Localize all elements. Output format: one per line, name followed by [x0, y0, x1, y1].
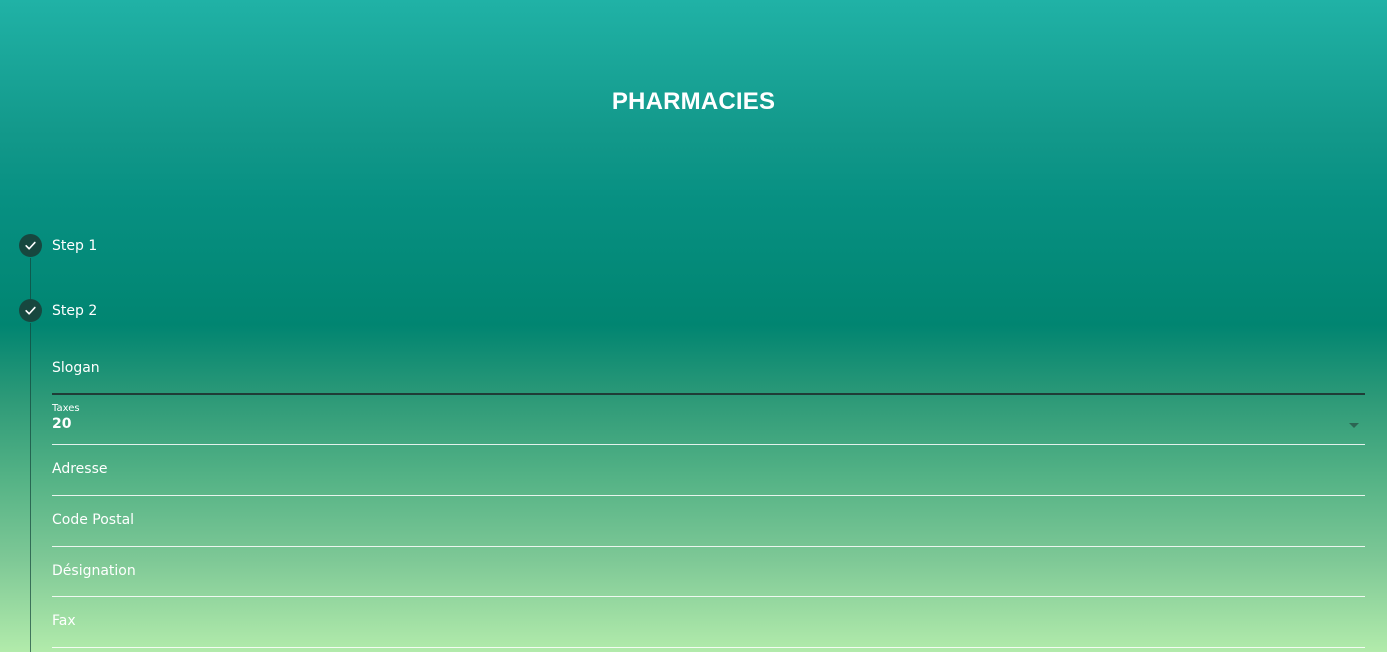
- slogan-field[interactable]: Slogan: [52, 352, 1365, 395]
- designation-field[interactable]: Désignation: [52, 554, 1365, 597]
- step-2[interactable]: Step 2: [19, 299, 97, 322]
- step-2-label: Step 2: [52, 302, 98, 319]
- code-postal-label: Code Postal: [52, 512, 135, 528]
- dropdown-arrow-icon[interactable]: [1349, 423, 1359, 428]
- taxes-select[interactable]: Taxes 20: [52, 403, 1365, 445]
- step-1-check-icon: [19, 234, 42, 257]
- adresse-label: Adresse: [52, 461, 108, 477]
- code-postal-field[interactable]: Code Postal: [52, 504, 1365, 547]
- taxes-label: Taxes: [52, 403, 80, 414]
- adresse-field[interactable]: Adresse: [52, 453, 1365, 496]
- step-1[interactable]: Step 1: [19, 234, 97, 257]
- step-2-check-icon: [19, 299, 42, 322]
- designation-label: Désignation: [52, 563, 136, 579]
- fax-field[interactable]: Fax: [52, 605, 1365, 648]
- page-title: PHARMACIES: [611, 88, 776, 115]
- fax-label: Fax: [52, 613, 76, 629]
- slogan-label: Slogan: [52, 360, 100, 376]
- taxes-value: 20: [52, 416, 72, 432]
- step-1-label: Step 1: [52, 237, 98, 254]
- step-content-connector: [30, 323, 31, 652]
- step-connector: [30, 258, 31, 302]
